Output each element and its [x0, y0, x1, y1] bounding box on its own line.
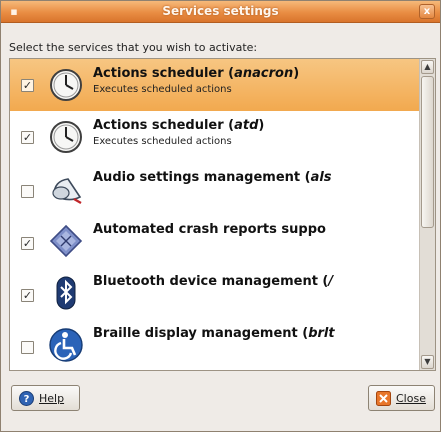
- service-name-suffix: ): [293, 66, 300, 81]
- service-name: Braille display management (brlt: [93, 326, 335, 341]
- service-name-prefix: Braille display management (: [93, 326, 309, 341]
- service-name-suffix: ): [258, 118, 265, 133]
- title-bar[interactable]: ▪ Services settings x: [1, 1, 440, 23]
- close-label: Close: [396, 392, 426, 405]
- service-checkbox[interactable]: ✓: [21, 79, 34, 92]
- svg-text:?: ?: [24, 394, 30, 405]
- service-row-bluetooth[interactable]: ✓ Bluetooth device management (/: [10, 267, 419, 319]
- service-row-atd[interactable]: ✓ Actions scheduler (atd) Executes sched…: [10, 111, 419, 163]
- service-name: Audio settings management (als: [93, 170, 332, 185]
- service-daemon: brlt: [308, 326, 335, 341]
- service-name-prefix: Actions scheduler (: [93, 118, 235, 133]
- service-name: Actions scheduler (anacron): [93, 66, 299, 81]
- accessibility-icon: [49, 328, 83, 362]
- scroll-up-arrow-icon[interactable]: ▲: [421, 60, 434, 74]
- service-name-prefix: Bluetooth device management (: [93, 274, 329, 289]
- scroll-thumb[interactable]: [421, 76, 434, 228]
- service-checkbox[interactable]: [21, 341, 34, 354]
- service-row-brltty[interactable]: Braille display management (brlt: [10, 319, 419, 370]
- scroll-down-arrow-icon[interactable]: ▼: [421, 355, 434, 369]
- service-daemon: anacron: [234, 66, 294, 81]
- crash-report-icon: [49, 224, 83, 258]
- service-daemon: als: [310, 170, 332, 185]
- service-row-anacron[interactable]: ✓ Actions scheduler (anacron) Executes s…: [10, 59, 419, 111]
- vertical-scrollbar[interactable]: ▲ ▼: [419, 59, 435, 370]
- service-name: Actions scheduler (atd): [93, 118, 264, 133]
- window-close-button[interactable]: x: [419, 4, 435, 19]
- services-list[interactable]: ✓ Actions scheduler (anacron) Executes s…: [10, 59, 419, 370]
- clock-icon: [50, 69, 82, 101]
- service-name-prefix: Audio settings management (: [93, 170, 311, 185]
- instruction-label: Select the services that you wish to act…: [9, 41, 258, 54]
- bluetooth-icon: [56, 276, 76, 310]
- service-checkbox[interactable]: [21, 185, 34, 198]
- help-label: Help: [39, 392, 65, 405]
- service-description: Executes scheduled actions: [93, 136, 232, 147]
- service-checkbox[interactable]: ✓: [21, 289, 34, 302]
- service-daemon: /: [328, 274, 334, 289]
- close-button[interactable]: Close: [368, 385, 435, 411]
- service-row-alsa[interactable]: Audio settings management (als: [10, 163, 419, 215]
- service-checkbox[interactable]: ✓: [21, 237, 34, 250]
- service-row-apport[interactable]: ✓ Automated crash reports suppo: [10, 215, 419, 267]
- services-settings-window: ▪ Services settings x Select the service…: [0, 0, 441, 432]
- service-daemon: atd: [234, 118, 259, 133]
- service-description: Executes scheduled actions: [93, 84, 232, 95]
- help-icon: ?: [19, 391, 34, 406]
- speaker-icon: [52, 178, 82, 205]
- service-name-prefix: Actions scheduler (: [93, 66, 235, 81]
- window-title: Services settings: [162, 4, 279, 18]
- service-name: Automated crash reports suppo: [93, 222, 326, 237]
- clock-icon: [50, 121, 82, 153]
- service-checkbox[interactable]: ✓: [21, 131, 34, 144]
- help-button[interactable]: ? Help: [11, 385, 80, 411]
- service-name: Bluetooth device management (/: [93, 274, 333, 289]
- services-list-frame: ✓ Actions scheduler (anacron) Executes s…: [9, 58, 436, 371]
- close-icon: [376, 391, 391, 406]
